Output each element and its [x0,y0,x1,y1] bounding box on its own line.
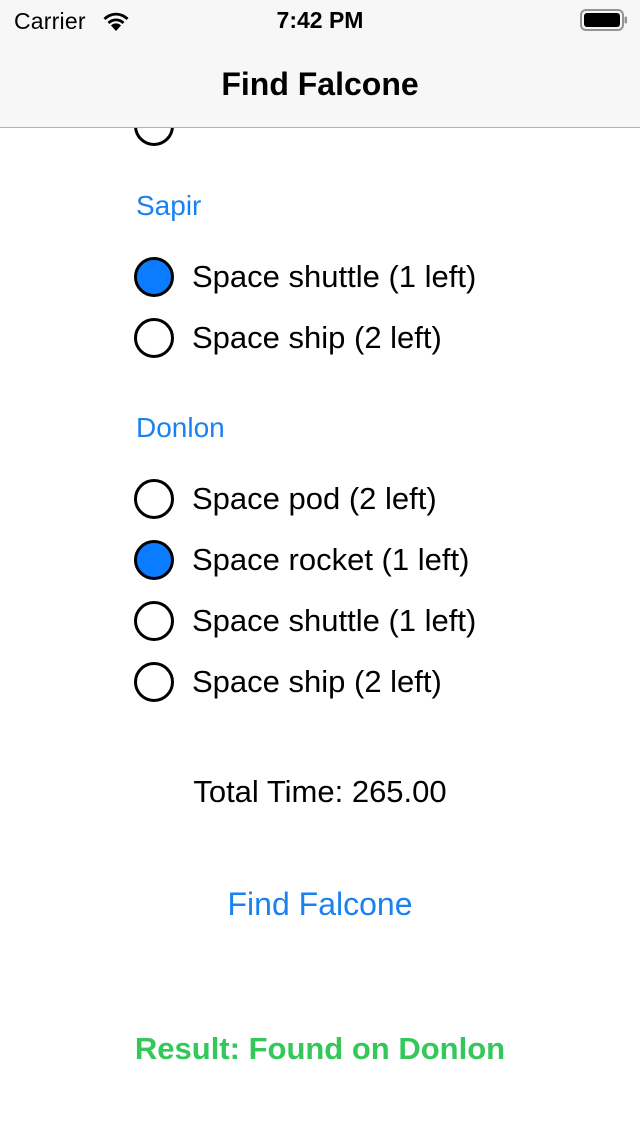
radio-option-donlon-space-rocket[interactable]: Space rocket (1 left) [134,538,469,582]
radio-option-donlon-space-ship[interactable]: Space ship (2 left) [134,660,442,704]
status-bar: Carrier 7:42 PM [0,0,640,40]
option-label: Space pod (2 left) [192,481,437,516]
clock: 7:42 PM [276,7,364,33]
radio-button-selected[interactable] [134,540,174,580]
screen: Sapir Space shuttle (1 left) Space ship … [0,0,640,1136]
radio-option-sapir-space-shuttle[interactable]: Space shuttle (1 left) [134,255,476,299]
navigation-bar: Carrier 7:42 PM Find Falcone [0,0,640,128]
radio-option-donlon-space-shuttle[interactable]: Space shuttle (1 left) [134,599,476,643]
battery-icon [580,9,627,31]
scroll-content[interactable]: Sapir Space shuttle (1 left) Space ship … [0,0,640,1136]
radio-button[interactable] [134,662,174,702]
radio-option-donlon-space-pod[interactable]: Space pod (2 left) [134,477,437,521]
option-label: Space shuttle (1 left) [192,259,477,294]
radio-button-selected[interactable] [134,257,174,297]
result-label: Result: Found on Donlon [134,1031,506,1066]
radio-option-sapir-space-ship[interactable]: Space ship (2 left) [134,316,442,360]
planet-label-sapir: Sapir [136,190,202,221]
nav-title: Find Falcone [221,66,419,102]
option-label: Space rocket (1 left) [192,542,470,577]
option-label: Space shuttle (1 left) [192,603,477,638]
option-label: Space ship (2 left) [192,664,442,699]
option-label: Space ship (2 left) [192,320,442,355]
find-falcone-button[interactable]: Find Falcone [0,886,640,923]
total-time-label: Total Time: 265.00 [193,774,447,809]
radio-button[interactable] [134,318,174,358]
radio-button[interactable] [134,601,174,641]
radio-button[interactable] [134,479,174,519]
planet-label-donlon: Donlon [136,412,225,443]
